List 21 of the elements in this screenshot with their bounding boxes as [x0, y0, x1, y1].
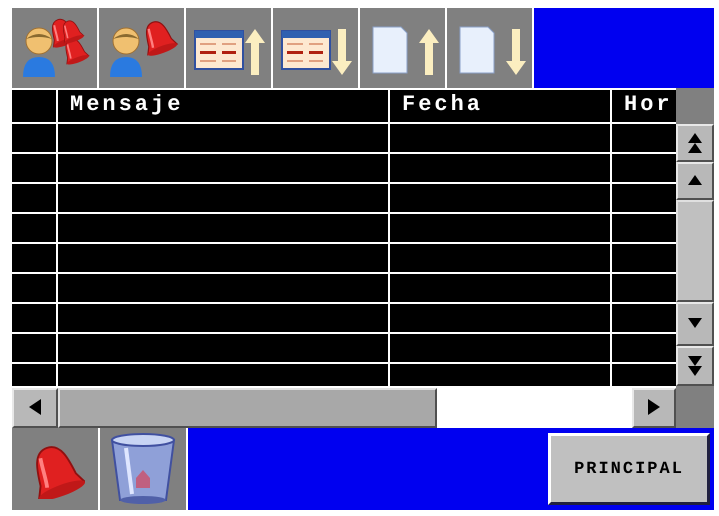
toolbar-button[interactable]: [360, 8, 447, 88]
delete-button[interactable]: [100, 428, 188, 510]
scroll-bottom-button[interactable]: [676, 346, 714, 386]
toolbar-button[interactable]: [273, 8, 360, 88]
scroll-left-button[interactable]: [12, 388, 58, 428]
scroll-top-button[interactable]: [676, 124, 714, 162]
toolbar-button[interactable]: [186, 8, 273, 88]
scrollbar-thumb[interactable]: [58, 388, 437, 428]
principal-button[interactable]: PRINCIPAL: [548, 433, 710, 505]
double-down-arrow-icon: [685, 355, 705, 377]
toolbar-button[interactable]: [99, 8, 186, 88]
scroll-up-button[interactable]: [676, 162, 714, 200]
alarm-button[interactable]: [12, 428, 100, 510]
toolbar-button[interactable]: [12, 8, 99, 88]
double-up-arrow-icon: [685, 132, 705, 154]
column-header: Mensaje: [58, 90, 390, 124]
toolbar-button[interactable]: [447, 8, 534, 88]
scroll-right-button[interactable]: [632, 388, 676, 428]
scroll-down-button[interactable]: [676, 302, 714, 346]
column-header: Fecha: [390, 90, 612, 124]
trash-bin-icon: [108, 432, 178, 506]
